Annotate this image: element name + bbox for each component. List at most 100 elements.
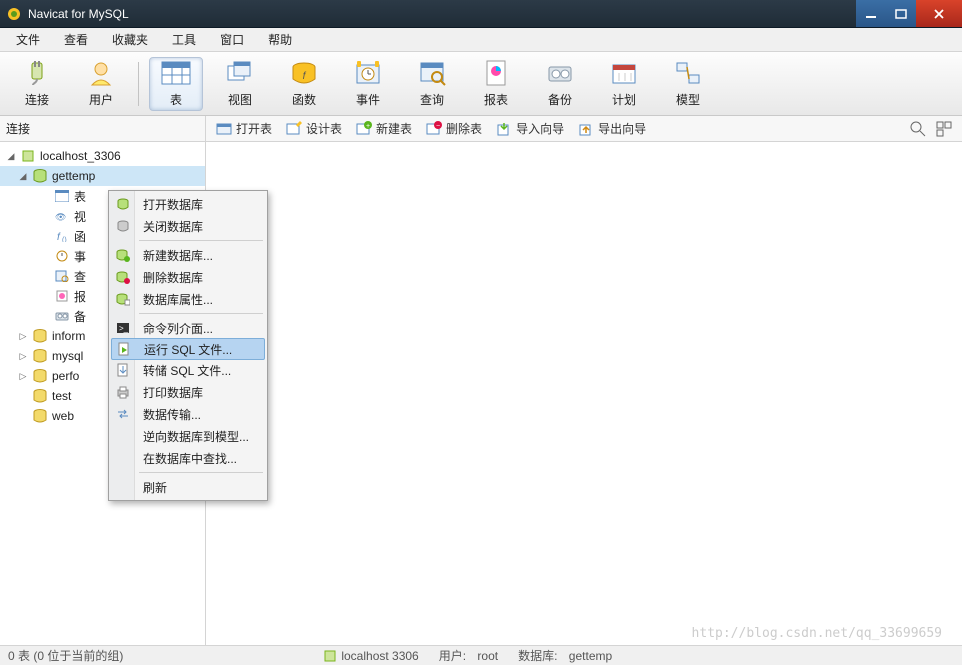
ctx-new-database[interactable]: 新建数据库... [111,244,265,266]
ctx-run-sql-file[interactable]: 运行 SQL 文件... [111,338,265,360]
db-open-icon [115,196,131,212]
server-status-icon [323,649,337,663]
svg-text:+: + [366,123,370,130]
collapse-icon[interactable]: ▷ [18,331,28,342]
delete-table-icon: − [426,121,442,137]
database-icon [32,168,48,184]
function-icon: f [288,59,320,87]
expand-icon[interactable]: ◢ [18,171,28,182]
grid-view-icon[interactable] [936,121,952,137]
clock-icon [352,59,384,87]
titlebar: Navicat for MySQL [0,0,962,28]
ctx-reverse-to-model[interactable]: 逆向数据库到模型... [111,425,265,447]
main-toolbar: 连接 用户 表 视图 f 函数 事件 查询 报表 备份 计划 模型 [0,52,962,116]
database-icon [32,328,48,344]
ctx-close-database[interactable]: 关闭数据库 [111,215,265,237]
ctx-print-database[interactable]: 打印数据库 [111,381,265,403]
view-icon [224,59,256,87]
toolbar-query[interactable]: 查询 [405,57,459,111]
menu-tools[interactable]: 工具 [160,29,208,50]
model-icon [672,59,704,87]
context-menu: 打开数据库 关闭数据库 新建数据库... 删除数据库 数据库属性... >_命令… [108,190,268,501]
collapse-icon[interactable]: ▷ [18,371,28,382]
svg-text:👁: 👁 [55,212,66,222]
query-mini-icon [54,268,70,284]
toolbar-table[interactable]: 表 [149,57,203,111]
backup-icon [544,59,576,87]
new-table-icon: + [356,121,372,137]
plug-icon [21,59,53,87]
ctx-find-in-database[interactable]: 在数据库中查找... [111,447,265,469]
schedule-icon [608,59,640,87]
ctx-separator [139,313,263,314]
database-icon [32,388,48,404]
status-table-count: 0 表 (0 位于当前的组) [8,647,123,664]
minimize-button[interactable] [856,0,886,27]
maximize-button[interactable] [886,0,916,27]
db-delete-icon [115,269,131,285]
open-table-icon [216,121,232,137]
query-icon [416,59,448,87]
connection-panel-header: 连接 [0,116,206,141]
ctx-open-database[interactable]: 打开数据库 [111,193,265,215]
toolbar-view[interactable]: 视图 [213,57,267,111]
new-table-button[interactable]: +新建表 [356,120,412,137]
table-icon [160,59,192,87]
menu-window[interactable]: 窗口 [208,29,256,50]
status-bar: 0 表 (0 位于当前的组) localhost 3306 用户: root 数… [0,645,962,665]
view-mini-icon: 👁 [54,208,70,224]
toolbar-function[interactable]: f 函数 [277,57,331,111]
tree-connection-root[interactable]: ◢ localhost_3306 [0,146,205,166]
design-table-button[interactable]: 设计表 [286,120,342,137]
toolbar-report[interactable]: 报表 [469,57,523,111]
report-mini-icon [54,288,70,304]
svg-text:f: f [57,232,61,242]
table-icon [54,188,70,204]
toolbar-event[interactable]: 事件 [341,57,395,111]
backup-mini-icon [54,308,70,324]
toolbar-backup[interactable]: 备份 [533,57,587,111]
ctx-command-line[interactable]: >_命令列介面... [111,317,265,339]
menu-help[interactable]: 帮助 [256,29,304,50]
dump-sql-icon [115,362,131,378]
status-user: 用户: root [439,647,498,664]
run-sql-icon [116,341,132,357]
menu-view[interactable]: 查看 [52,29,100,50]
report-icon [480,59,512,87]
print-icon [115,384,131,400]
ctx-database-properties[interactable]: 数据库属性... [111,288,265,310]
event-mini-icon [54,248,70,264]
svg-text:(): () [62,237,67,242]
server-icon [20,148,36,164]
open-table-button[interactable]: 打开表 [216,120,272,137]
collapse-icon[interactable]: ▷ [18,351,28,362]
toolbar-connect[interactable]: 连接 [10,57,64,111]
db-close-icon [115,218,131,234]
import-wizard-button[interactable]: 导入向导 [496,120,564,137]
status-server: localhost 3306 [323,649,418,663]
menu-file[interactable]: 文件 [4,29,52,50]
cmd-icon: >_ [115,320,131,336]
menu-favorites[interactable]: 收藏夹 [100,29,160,50]
status-database: 数据库: gettemp [518,647,612,664]
delete-table-button[interactable]: −删除表 [426,120,482,137]
database-icon [32,348,48,364]
svg-text:−: − [436,123,440,130]
content-area [206,142,962,645]
export-wizard-button[interactable]: 导出向导 [578,120,646,137]
ctx-dump-sql-file[interactable]: 转储 SQL 文件... [111,359,265,381]
toolbar-schedule[interactable]: 计划 [597,57,651,111]
user-icon [85,59,117,87]
ctx-delete-database[interactable]: 删除数据库 [111,266,265,288]
ctx-separator [139,240,263,241]
expand-icon[interactable]: ◢ [6,151,16,162]
tree-db-gettemp[interactable]: ◢ gettemp [0,166,205,186]
transfer-icon [115,406,131,422]
toolbar-user[interactable]: 用户 [74,57,128,111]
close-button[interactable] [916,0,962,27]
ctx-data-transfer[interactable]: 数据传输... [111,403,265,425]
ctx-refresh[interactable]: 刷新 [111,476,265,498]
toolbar-model[interactable]: 模型 [661,57,715,111]
search-icon[interactable] [910,121,926,137]
db-props-icon [115,291,131,307]
